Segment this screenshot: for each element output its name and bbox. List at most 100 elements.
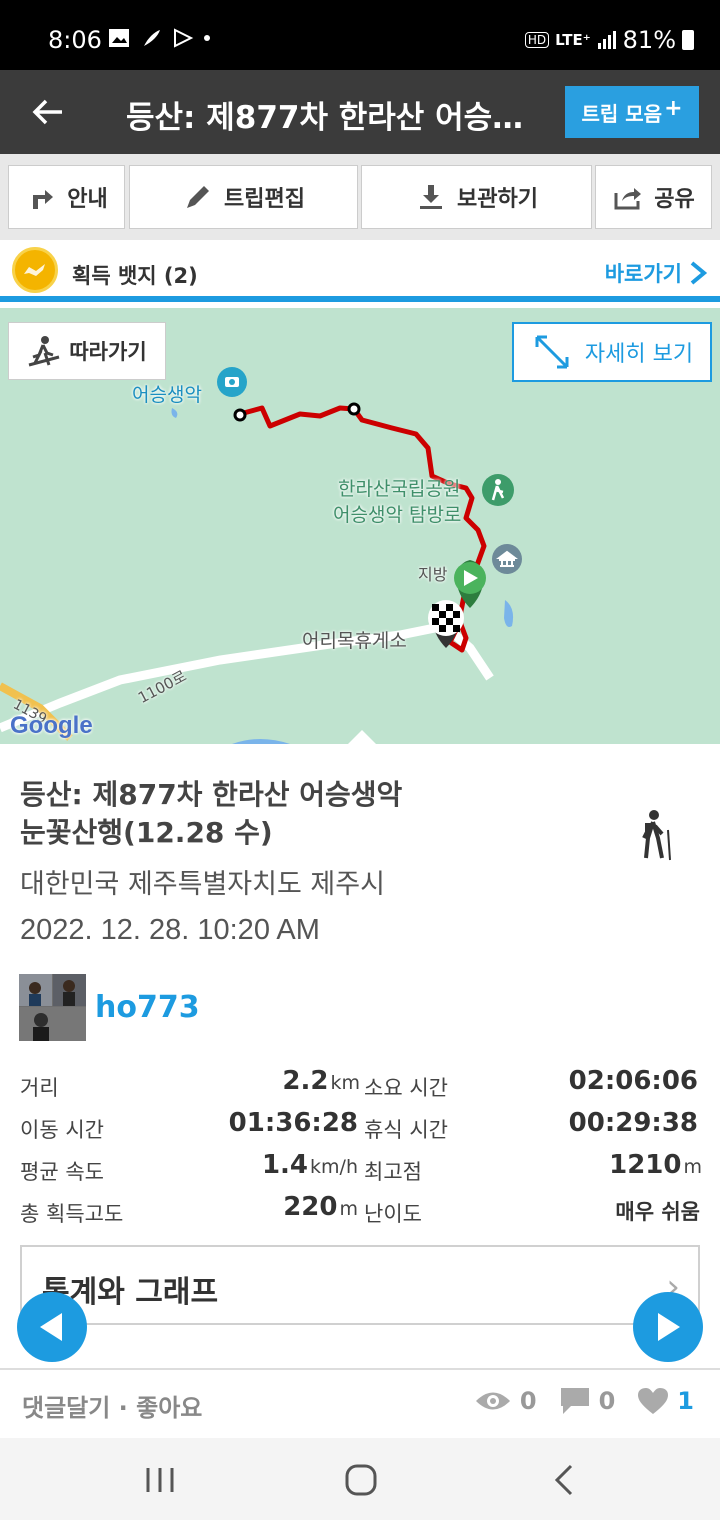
- elevation-gain-value: 220 m: [200, 1192, 358, 1222]
- comment-like-link[interactable]: 댓글달기 · 좋아요: [22, 1388, 202, 1423]
- edit-trip-button[interactable]: 트립편집: [129, 165, 358, 229]
- waypoint-start: [233, 408, 247, 422]
- hiking-trail-pin-icon: [482, 474, 514, 506]
- lte-icon: LTE⁺: [555, 31, 591, 49]
- system-navigation-bar: [0, 1438, 720, 1520]
- battery-icon: [682, 30, 694, 50]
- water-3: [171, 408, 178, 418]
- bottom-action-bar: 댓글달기 · 좋아요 0 0 1: [0, 1368, 720, 1438]
- turn-arrow-icon: [33, 190, 54, 209]
- max-elevation-value: 1210 m: [500, 1150, 702, 1180]
- app-header: 등산: 제877차 한라산 어승… 트립 모음 +: [0, 70, 720, 154]
- follow-button[interactable]: 따라가기: [8, 322, 166, 380]
- download-icon: [420, 185, 443, 209]
- triangle-right-icon: [658, 1313, 680, 1341]
- save-label: 보관하기: [457, 187, 538, 212]
- comments-count: 0: [598, 1387, 616, 1415]
- hd-icon: HD: [524, 32, 550, 48]
- goto-label: 바로가기: [604, 262, 682, 286]
- gallery-icon: [109, 29, 129, 47]
- hiker-climb-icon: [28, 336, 60, 367]
- status-bar: 8:06 HD LTE⁺ 81%: [0, 0, 720, 70]
- plus-icon: +: [664, 95, 683, 121]
- guide-button[interactable]: 안내: [8, 165, 125, 229]
- trip-title-line2: 눈꽃산행(12.28 수): [20, 816, 273, 849]
- detail-view-button[interactable]: 자세히 보기: [512, 322, 712, 382]
- trip-date: 2022. 12. 28. 10:20 AM: [20, 914, 320, 946]
- water-2: [232, 739, 290, 744]
- page-title: 등산: 제877차 한라산 어승…: [126, 100, 524, 136]
- medal-icon: [12, 247, 58, 293]
- elevation-gain-label: 총 획득고도: [20, 1202, 124, 1226]
- duration-label: 소요 시간: [364, 1076, 448, 1100]
- avg-speed-value: 1.4 km/h: [200, 1150, 358, 1180]
- feather-icon: [144, 30, 160, 46]
- notification-icons: [108, 28, 210, 48]
- museum-pin-icon: [492, 544, 522, 574]
- elevation-gain-unit: m: [339, 1198, 358, 1220]
- elevation-gain-number: 220: [283, 1192, 338, 1222]
- camera-pin-icon: [217, 367, 247, 397]
- battery-percent: 81%: [622, 26, 676, 54]
- signal-icon: [597, 31, 616, 49]
- likes-count: 1: [677, 1387, 694, 1415]
- expand-icon: [535, 335, 569, 369]
- difficulty-label: 난이도: [364, 1202, 422, 1226]
- map-label-park-2: 어승생악 탐방로: [333, 504, 462, 526]
- rest-time-value: 00:29:38: [568, 1108, 698, 1138]
- detail-view-label: 자세히 보기: [584, 342, 694, 367]
- save-button[interactable]: 보관하기: [361, 165, 592, 229]
- dot-icon: [204, 35, 210, 41]
- share-button[interactable]: 공유: [595, 165, 712, 229]
- duration-value: 02:06:06: [568, 1066, 698, 1096]
- share-label: 공유: [654, 187, 695, 212]
- avatar-photo-icon: [19, 974, 86, 1041]
- moving-time-value: 01:36:28: [228, 1108, 358, 1138]
- trip-collection-label: 트립 모음: [581, 101, 663, 126]
- heart-icon: [638, 1388, 669, 1414]
- triangle-left-icon: [40, 1313, 62, 1341]
- status-right: HD LTE⁺ 81%: [524, 26, 694, 54]
- max-elevation-number: 1210: [609, 1150, 682, 1180]
- max-elevation-label: 최고점: [364, 1160, 422, 1184]
- map-view[interactable]: 따라가기 자세히 보기 어승생악 한라산국립공원 어승생악 탐방로 지방 어리목…: [0, 308, 720, 744]
- map-label-office: 지방: [418, 565, 448, 584]
- trip-collection-button[interactable]: 트립 모음 +: [565, 86, 699, 138]
- share-icon: [614, 188, 642, 210]
- back-arrow-icon[interactable]: [28, 92, 68, 132]
- avatar[interactable]: [19, 974, 86, 1041]
- rest-time-label: 휴식 시간: [364, 1118, 448, 1142]
- eye-icon: [475, 1392, 510, 1410]
- map-label-rest-area: 어리목휴게소: [302, 630, 407, 652]
- waypoint-mid: [347, 402, 361, 416]
- recent-apps-icon[interactable]: [140, 1460, 180, 1500]
- distance-number: 2.2: [282, 1066, 329, 1096]
- trip-title-line1: 등산: 제877차 한라산 어승생악: [20, 778, 403, 811]
- trip-location: 대한민국 제주특별자치도 제주시: [20, 869, 385, 900]
- previous-trip-button[interactable]: [17, 1292, 87, 1362]
- map-label-peak: 어승생악: [132, 384, 202, 406]
- home-icon[interactable]: [341, 1460, 381, 1500]
- badge-row[interactable]: 획득 뱃지 (2) 바로가기: [0, 240, 720, 302]
- user-name[interactable]: ho773: [95, 990, 200, 1025]
- next-trip-button[interactable]: [633, 1292, 703, 1362]
- avg-speed-unit: km/h: [310, 1156, 358, 1178]
- edit-trip-label: 트립편집: [224, 187, 305, 212]
- comment-icon: [560, 1388, 589, 1414]
- google-logo: Google: [10, 712, 93, 739]
- water-1: [504, 600, 514, 627]
- start-marker-icon: [454, 560, 486, 608]
- goto-link[interactable]: 바로가기: [605, 258, 708, 288]
- back-nav-icon[interactable]: [545, 1460, 585, 1500]
- avg-speed-label: 평균 속도: [20, 1160, 104, 1184]
- status-time: 8:06: [48, 26, 102, 54]
- moving-time-label: 이동 시간: [20, 1118, 104, 1142]
- views-count: 0: [519, 1387, 537, 1415]
- stats-graph-button[interactable]: 통계와 그래프 ›: [20, 1245, 700, 1325]
- chevron-right-icon: [690, 261, 708, 285]
- distance-unit: km: [330, 1072, 360, 1094]
- follow-label: 따라가기: [69, 340, 147, 364]
- guide-label: 안내: [67, 187, 108, 212]
- difficulty-value: 매우 쉬움: [615, 1200, 700, 1224]
- map-label-park-1: 한라산국립공원: [338, 478, 461, 500]
